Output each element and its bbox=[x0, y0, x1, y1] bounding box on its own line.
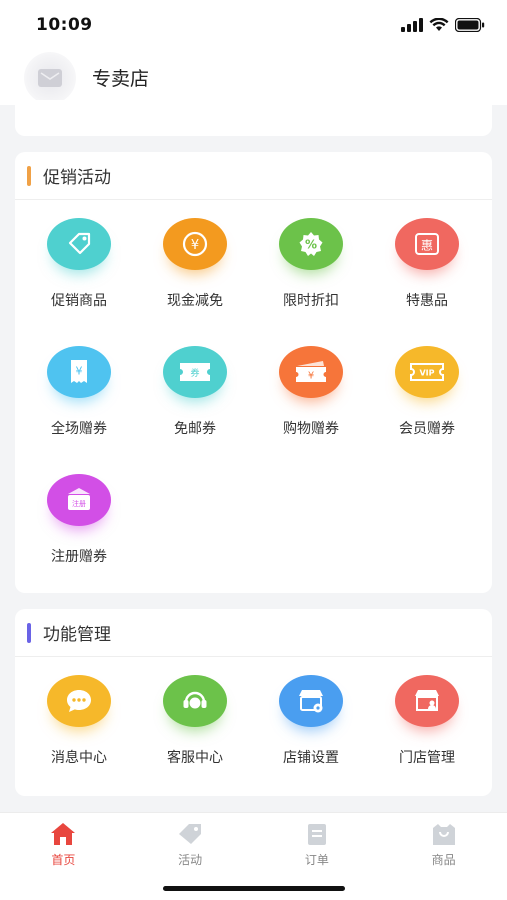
status-time: 10:09 bbox=[36, 15, 93, 35]
store-envelope-icon bbox=[38, 68, 62, 87]
vip-glyph: VIP bbox=[419, 369, 434, 378]
function-item-label: 消息中心 bbox=[51, 750, 107, 766]
status-icons bbox=[401, 18, 485, 32]
function-section-title: 功能管理 bbox=[43, 625, 111, 645]
receipt-icon: ¥ bbox=[47, 346, 111, 398]
function-item-messages[interactable]: 消息中心 bbox=[21, 657, 137, 785]
promo-item-label: 限时折扣 bbox=[283, 293, 339, 309]
signal-icon bbox=[401, 18, 423, 32]
tab-products[interactable]: 商品 bbox=[380, 813, 507, 900]
promo-item-limited-discount[interactable]: % 限时折扣 bbox=[253, 200, 369, 328]
shop-settings-icon bbox=[279, 675, 343, 727]
tab-label: 商品 bbox=[431, 853, 456, 867]
discount-badge-icon: 惠 bbox=[395, 218, 459, 270]
promo-section-title: 促销活动 bbox=[43, 168, 111, 188]
shopping-ticket-icon: ¥ bbox=[279, 346, 343, 398]
promo-item-storewide-coupon[interactable]: ¥ 全场赠券 bbox=[21, 328, 137, 456]
promo-item-shopping-coupon[interactable]: ¥ 购物赠券 bbox=[253, 328, 369, 456]
status-bar: 10:09 bbox=[0, 0, 507, 50]
receipt-glyph: ¥ bbox=[76, 365, 83, 378]
message-icon bbox=[47, 675, 111, 727]
promo-item-label: 会员赠券 bbox=[399, 421, 455, 437]
register-glyph: 注册 bbox=[72, 499, 86, 508]
function-grid: 消息中心 客服中心 店铺设置 门店管理 bbox=[15, 657, 492, 785]
tab-label: 首页 bbox=[51, 853, 76, 867]
function-title-accent bbox=[27, 622, 31, 643]
home-icon bbox=[51, 823, 76, 845]
promo-title-accent bbox=[27, 165, 31, 186]
function-item-store-management[interactable]: 门店管理 bbox=[369, 657, 485, 785]
percent-icon: % bbox=[279, 218, 343, 270]
customer-service-icon bbox=[163, 675, 227, 727]
promo-item-label: 注册赠券 bbox=[51, 549, 107, 565]
promo-item-label: 购物赠券 bbox=[283, 421, 339, 437]
promo-item-free-shipping[interactable]: 券 免邮券 bbox=[137, 328, 253, 456]
register-coupon-icon: 注册 bbox=[47, 474, 111, 526]
function-section: 功能管理 消息中心 客服中心 店铺设置 门店管理 bbox=[15, 609, 492, 796]
promo-item-label: 特惠品 bbox=[406, 293, 448, 309]
tab-home[interactable]: 首页 bbox=[0, 813, 127, 900]
wifi-icon bbox=[429, 18, 449, 31]
store-name: 专卖店 bbox=[92, 68, 150, 90]
function-item-label: 门店管理 bbox=[399, 750, 455, 766]
coin-glyph: ¥ bbox=[191, 238, 199, 253]
promo-item-label: 全场赠券 bbox=[51, 421, 107, 437]
promo-item-special-offer[interactable]: 惠 特惠品 bbox=[369, 200, 485, 328]
promo-item-label: 免邮券 bbox=[174, 421, 216, 437]
ticket-glyph: 券 bbox=[190, 367, 199, 379]
ticket-icon: 券 bbox=[163, 346, 227, 398]
store-avatar[interactable] bbox=[24, 51, 76, 104]
function-item-customer-service[interactable]: 客服中心 bbox=[137, 657, 253, 785]
top-card bbox=[15, 100, 492, 136]
promo-item-register-coupon[interactable]: 注册 注册赠券 bbox=[21, 456, 137, 584]
shopping-ticket-glyph: ¥ bbox=[308, 371, 314, 382]
promo-item-promo-goods[interactable]: 促销商品 bbox=[21, 200, 137, 328]
promo-item-label: 促销商品 bbox=[51, 293, 107, 309]
special-glyph: 惠 bbox=[421, 239, 433, 253]
store-header: 专卖店 bbox=[0, 50, 507, 105]
promo-item-cash-off[interactable]: ¥ 现金减免 bbox=[137, 200, 253, 328]
product-bag-icon bbox=[432, 824, 455, 845]
home-indicator bbox=[163, 886, 345, 891]
promo-item-label: 现金减免 bbox=[167, 293, 223, 309]
order-icon bbox=[307, 824, 326, 845]
tab-label: 活动 bbox=[178, 853, 203, 867]
function-item-label: 客服中心 bbox=[167, 750, 223, 766]
tag-icon bbox=[47, 218, 111, 270]
vip-ticket-icon: VIP bbox=[395, 346, 459, 398]
promo-grid: 促销商品 ¥ 现金减免 % 限时折扣 惠 特惠品 ¥ 全场赠券 券 免邮券 ¥ … bbox=[15, 200, 492, 584]
function-item-label: 店铺设置 bbox=[283, 750, 339, 766]
coin-icon: ¥ bbox=[163, 218, 227, 270]
promo-section: 促销活动 促销商品 ¥ 现金减免 % 限时折扣 惠 特惠品 ¥ 全场赠券 券 免… bbox=[15, 152, 492, 593]
function-section-header: 功能管理 bbox=[15, 609, 492, 657]
store-icon bbox=[395, 675, 459, 727]
percent-glyph: % bbox=[305, 238, 317, 252]
promo-section-header: 促销活动 bbox=[15, 152, 492, 200]
activity-tag-icon bbox=[179, 824, 202, 844]
battery-icon bbox=[455, 18, 485, 32]
tab-label: 订单 bbox=[304, 853, 329, 867]
promo-item-member-coupon[interactable]: VIP 会员赠券 bbox=[369, 328, 485, 456]
function-item-shop-settings[interactable]: 店铺设置 bbox=[253, 657, 369, 785]
